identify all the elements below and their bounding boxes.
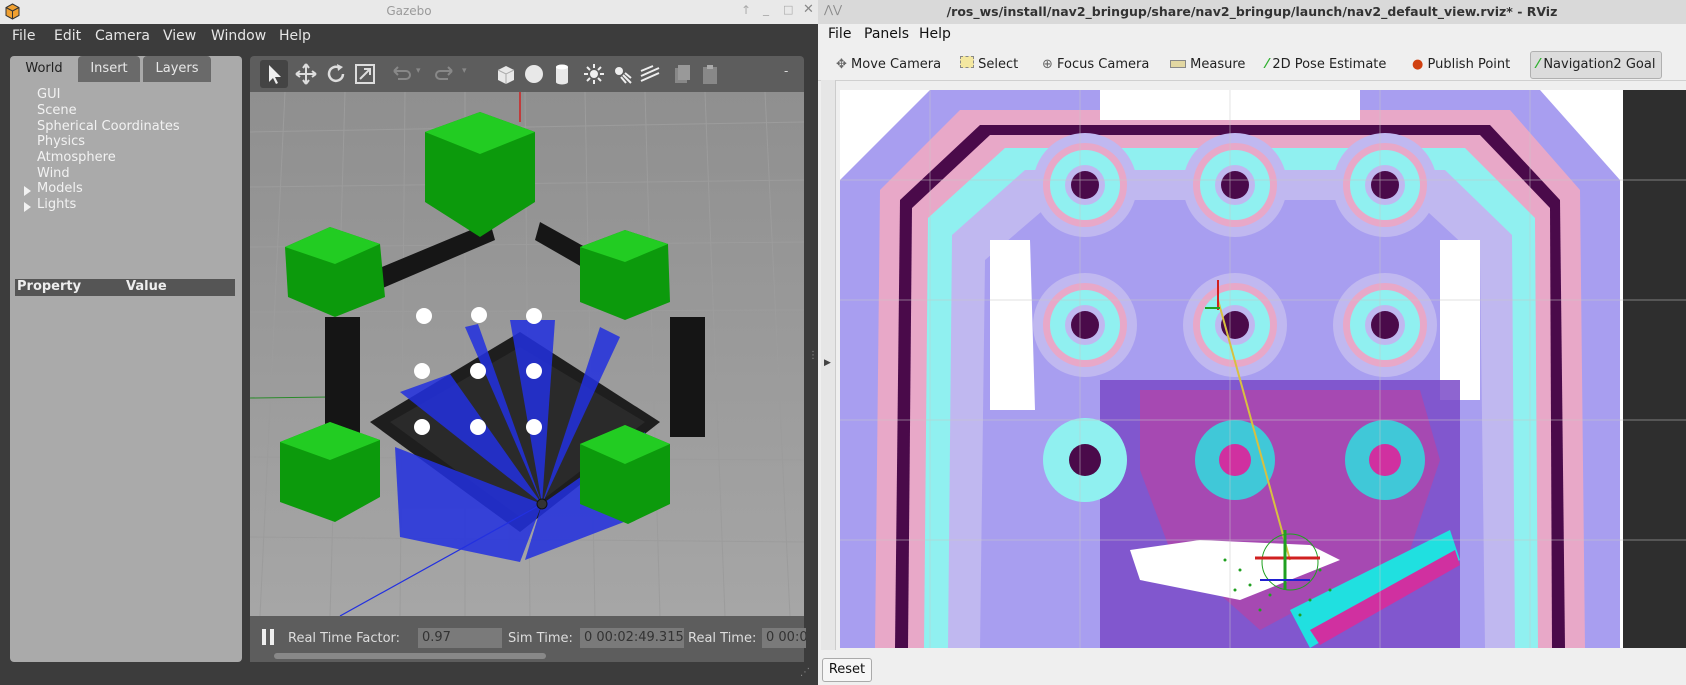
focus-camera-label: Focus Camera <box>1057 57 1150 72</box>
real-time-value: 0 00:0 <box>762 628 806 648</box>
menu-camera[interactable]: Camera <box>95 28 150 44</box>
gazebo-menubar: File Edit Camera View Window Help <box>0 24 818 48</box>
toolbar-overflow-icon[interactable]: - <box>784 64 788 78</box>
pose-estimate-label: 2D Pose Estimate <box>1272 57 1387 72</box>
window-pin-icon[interactable]: ↑ <box>741 3 751 17</box>
undo-history-icon[interactable]: ▾ <box>416 66 421 76</box>
property-table-header: Property Value <box>15 279 235 296</box>
rtf-value: 0.97 <box>418 628 502 648</box>
real-time-label: Real Time: <box>688 631 757 646</box>
tree-item-physics[interactable]: Physics <box>37 134 85 149</box>
nav-goal-label: Navigation2 Goal <box>1543 57 1656 72</box>
copy-icon[interactable] <box>670 62 694 86</box>
tab-insert[interactable]: Insert <box>78 56 140 82</box>
rviz-title-bar: ⋀⋁ /ros_ws/install/nav2_bringup/share/na… <box>818 0 1686 25</box>
tree-item-gui[interactable]: GUI <box>37 87 60 102</box>
tree-item-lights[interactable]: Lights <box>37 197 76 212</box>
measure-tool[interactable]: Measure <box>1170 54 1245 76</box>
move-camera-label: Move Camera <box>851 57 942 72</box>
expand-models-icon[interactable] <box>24 186 31 196</box>
menu-edit[interactable]: Edit <box>54 28 81 44</box>
rviz-menu-file[interactable]: File <box>828 26 851 42</box>
nav-goal-icon: ⁄ <box>1537 57 1540 72</box>
tree-item-spherical-coordinates[interactable]: Spherical Coordinates <box>37 119 180 134</box>
cylinder-icon[interactable] <box>550 62 574 86</box>
tree-item-atmosphere[interactable]: Atmosphere <box>37 150 116 165</box>
point-light-icon[interactable] <box>582 62 606 86</box>
status-scrollbar[interactable] <box>274 653 546 659</box>
gazebo-window-title: Gazebo <box>386 4 432 18</box>
rviz-window-title: /ros_ws/install/nav2_bringup/share/nav2_… <box>946 4 1558 19</box>
value-column-header: Value <box>126 279 167 294</box>
pause-icon-bar[interactable] <box>270 629 274 645</box>
gazebo-toolbar: ▾ ▾ - <box>250 56 804 92</box>
expand-panel-icon: ▶ <box>824 358 831 368</box>
focus-camera-tool[interactable]: ⊕ Focus Camera <box>1042 54 1149 76</box>
rviz-menubar: File Panels Help <box>818 24 1686 46</box>
gazebo-status-bar: Real Time Factor: 0.97 Sim Time: 0 00:02… <box>250 616 806 662</box>
rviz-side-collapse-bar[interactable]: ▶ <box>821 80 836 650</box>
select-tool[interactable]: Select <box>960 54 1018 76</box>
pose-estimate-tool[interactable]: ⁄ 2D Pose Estimate <box>1266 54 1386 76</box>
rviz-costmap-render <box>840 90 1686 648</box>
publish-point-tool[interactable]: ● Publish Point <box>1412 54 1510 76</box>
paste-icon[interactable] <box>698 62 722 86</box>
select-label: Select <box>978 57 1019 72</box>
tree-item-wind[interactable]: Wind <box>37 166 70 181</box>
menu-file[interactable]: File <box>12 28 35 44</box>
gazebo-3d-viewport[interactable] <box>250 92 804 616</box>
move-camera-icon: ✥ <box>836 57 847 72</box>
rviz-3d-view[interactable] <box>840 90 1686 648</box>
sim-time-label: Sim Time: <box>508 631 573 646</box>
expand-lights-icon[interactable] <box>24 202 31 212</box>
gazebo-title-bar: Gazebo ↑ _ □ ✕ <box>0 0 818 25</box>
rviz-menu-help[interactable]: Help <box>919 26 951 42</box>
menu-help[interactable]: Help <box>279 28 311 44</box>
sim-time-value: 0 00:02:49.315 <box>580 628 684 648</box>
tree-item-models[interactable]: Models <box>37 181 83 196</box>
scale-icon[interactable] <box>353 62 377 86</box>
publish-point-label: Publish Point <box>1427 57 1511 72</box>
sphere-icon[interactable] <box>522 62 546 86</box>
move-camera-tool[interactable]: ✥ Move Camera <box>836 54 941 76</box>
measure-label: Measure <box>1190 57 1246 72</box>
menu-view[interactable]: View <box>163 28 196 44</box>
window-maximize-icon[interactable]: □ <box>783 3 793 16</box>
rtf-label: Real Time Factor: <box>288 631 401 646</box>
property-column-header: Property <box>17 279 82 294</box>
gazebo-scene-render <box>250 92 804 616</box>
tree-item-scene[interactable]: Scene <box>37 103 77 118</box>
pose-estimate-icon: ⁄ <box>1266 57 1269 72</box>
menu-window[interactable]: Window <box>211 28 266 44</box>
undo-icon[interactable] <box>388 62 412 86</box>
window-minimize-icon[interactable]: _ <box>763 2 769 16</box>
select-arrow-icon <box>269 65 281 84</box>
select-icon <box>960 56 974 68</box>
pause-icon[interactable] <box>262 629 266 645</box>
measure-icon <box>1170 60 1186 68</box>
rviz-toolbar: ✥ Move Camera Select ⊕ Focus Camera Meas… <box>818 46 1686 81</box>
resize-grip-icon[interactable]: ⋰ <box>800 667 810 678</box>
nav-goal-tool[interactable]: ⁄ Navigation2 Goal <box>1530 51 1663 79</box>
spot-light-icon[interactable] <box>610 62 634 86</box>
viewport-splitter-handle[interactable]: ⋮ <box>808 350 818 361</box>
rotate-icon[interactable] <box>324 62 348 86</box>
box-icon[interactable] <box>494 62 518 86</box>
reset-button[interactable]: Reset <box>822 658 872 682</box>
redo-icon[interactable] <box>434 62 458 86</box>
tab-layers[interactable]: Layers <box>143 56 211 82</box>
redo-history-icon[interactable]: ▾ <box>462 66 467 76</box>
select-mode-button[interactable] <box>260 60 288 88</box>
translate-icon[interactable] <box>294 62 318 86</box>
directional-light-icon[interactable] <box>638 62 662 86</box>
tab-world[interactable]: World <box>12 56 76 82</box>
window-close-icon[interactable]: ✕ <box>803 2 814 17</box>
publish-point-icon: ● <box>1412 57 1424 72</box>
focus-camera-icon: ⊕ <box>1042 57 1053 72</box>
rviz-menu-panels[interactable]: Panels <box>864 26 909 42</box>
